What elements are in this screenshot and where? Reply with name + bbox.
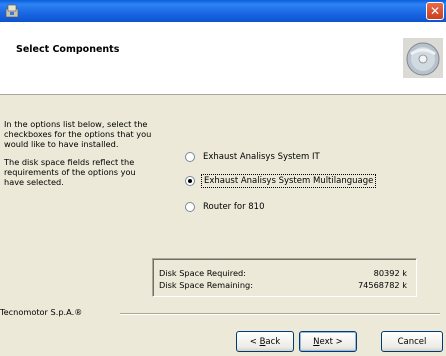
option-label[interactable]: Exhaust Analisys System IT xyxy=(203,152,320,162)
instructions: In the options list below, select the ch… xyxy=(4,119,154,187)
instructions-paragraph: In the options list below, select the ch… xyxy=(4,119,152,149)
option-label[interactable]: Router for 810 xyxy=(203,202,264,212)
close-icon: ✕ xyxy=(429,4,441,18)
next-button[interactable]: Next > xyxy=(299,331,357,352)
option-label[interactable]: Exhaust Analisys System Multilanguage xyxy=(200,174,377,188)
option-exhaust-it[interactable]: Exhaust Analisys System IT xyxy=(185,152,320,162)
disk-required-row: Disk Space Required: 80392 k xyxy=(159,268,407,278)
option-radio[interactable] xyxy=(185,202,195,212)
title-bar[interactable]: ✕ xyxy=(0,0,446,22)
close-button[interactable]: ✕ xyxy=(426,2,444,20)
back-button[interactable]: < Back xyxy=(236,331,294,352)
option-exhaust-multilanguage[interactable]: Exhaust Analisys System Multilanguage xyxy=(185,174,377,188)
disk-remaining-value: 74568782 k xyxy=(357,280,407,290)
disk-remaining-label: Disk Space Remaining: xyxy=(159,280,253,290)
setup-icon xyxy=(4,3,20,19)
disk-required-value: 80392 k xyxy=(373,268,407,278)
brand-label: Tecnomotor S.p.A.® xyxy=(0,307,87,317)
footer-divider xyxy=(120,313,440,315)
cd-disc-icon xyxy=(403,38,443,78)
back-label: ack xyxy=(265,336,281,347)
disk-remaining-row: Disk Space Remaining: 74568782 k xyxy=(159,280,407,290)
option-radio[interactable] xyxy=(185,176,195,186)
next-arrow: > xyxy=(332,336,343,347)
cancel-button[interactable]: Cancel xyxy=(381,331,443,352)
back-arrow: < xyxy=(249,336,260,347)
option-radio[interactable] xyxy=(185,152,195,162)
instructions-paragraph: The disk space fields reflect the requir… xyxy=(4,157,136,187)
next-label: ext xyxy=(319,336,333,347)
disk-required-label: Disk Space Required: xyxy=(159,268,246,278)
option-router-810[interactable]: Router for 810 xyxy=(185,202,264,212)
disk-space-panel: Disk Space Required: 80392 k Disk Space … xyxy=(152,258,417,297)
header-panel: Select Components xyxy=(0,22,446,95)
page-title: Select Components xyxy=(16,44,120,55)
